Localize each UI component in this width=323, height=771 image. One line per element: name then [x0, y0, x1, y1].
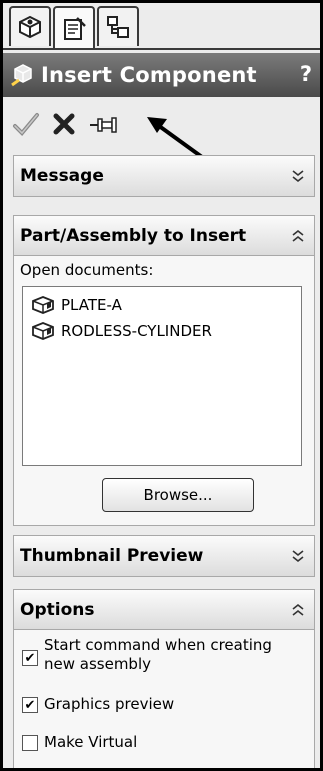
tab-property-manager[interactable]	[53, 6, 95, 50]
open-documents-list[interactable]: PLATE-A RODLESS-CYLINDER	[22, 286, 302, 466]
help-button[interactable]: ?	[300, 62, 312, 86]
insert-component-icon	[11, 64, 32, 87]
tab-divider	[3, 48, 320, 50]
message-section-header[interactable]: Message	[14, 156, 314, 196]
message-section: Message	[13, 155, 315, 197]
graphics-preview-checkbox[interactable]: ✔	[22, 697, 38, 713]
thumbnail-preview-section: Thumbnail Preview	[13, 535, 315, 577]
document-name: PLATE-A	[61, 296, 122, 314]
x-icon[interactable]	[47, 107, 81, 141]
configuration-manager-icon	[107, 16, 129, 38]
start-command-label[interactable]: Start command when creating new assembly	[44, 636, 304, 674]
checkmark-icon[interactable]	[9, 107, 43, 141]
collapse-chevron-icon[interactable]	[290, 602, 306, 618]
list-item-plate-a[interactable]: PLATE-A	[29, 293, 122, 317]
part-assembly-section-header[interactable]: Part/Assembly to Insert	[14, 216, 314, 256]
tab-feature-manager[interactable]	[9, 6, 51, 46]
document-name: RODLESS-CYLINDER	[61, 322, 212, 340]
panel-title: Insert Component	[41, 63, 257, 87]
options-section-header[interactable]: Options	[14, 590, 314, 630]
collapse-chevron-icon[interactable]	[290, 228, 306, 244]
title-bar: Insert Component ?	[3, 53, 320, 97]
start-command-checkbox[interactable]: ✔	[22, 650, 38, 666]
open-documents-label: Open documents:	[20, 261, 154, 279]
make-virtual-label[interactable]: Make Virtual	[44, 733, 137, 752]
options-section: Options ✔ Start command when creating ne…	[13, 589, 315, 768]
make-virtual-checkbox[interactable]	[22, 735, 38, 751]
part-assembly-section: Part/Assembly to Insert Open documents: …	[13, 215, 315, 526]
property-manager-panel: Insert Component ? Message Part/Assembly…	[0, 0, 323, 771]
pushpin-icon[interactable]	[87, 107, 121, 141]
expand-chevron-icon[interactable]	[290, 168, 306, 184]
thumbnail-preview-section-header[interactable]: Thumbnail Preview	[14, 536, 314, 576]
list-item-rodless-cylinder[interactable]: RODLESS-CYLINDER	[29, 319, 212, 343]
options-section-title: Options	[20, 599, 95, 620]
feature-manager-icon	[19, 15, 41, 39]
tab-configuration-manager[interactable]	[97, 6, 139, 46]
part-icon	[32, 296, 54, 314]
expand-chevron-icon[interactable]	[290, 548, 306, 564]
property-manager-icon	[64, 17, 86, 40]
part-assembly-section-title: Part/Assembly to Insert	[20, 225, 247, 246]
browse-button[interactable]: Browse...	[102, 478, 254, 512]
message-section-title: Message	[20, 166, 104, 186]
part-icon	[32, 322, 54, 340]
manager-tab-strip	[3, 3, 320, 50]
graphics-preview-label[interactable]: Graphics preview	[44, 695, 174, 714]
thumbnail-preview-section-title: Thumbnail Preview	[20, 546, 204, 566]
